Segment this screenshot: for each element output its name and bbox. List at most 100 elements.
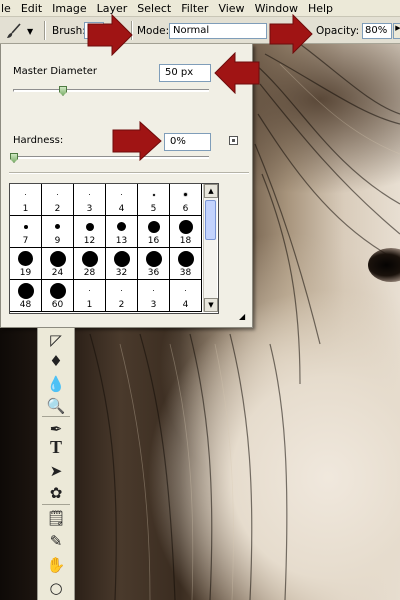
panel-menu-icon[interactable] bbox=[229, 136, 238, 145]
master-diameter-slider-thumb[interactable] bbox=[59, 86, 67, 96]
brush-tip-icon bbox=[85, 222, 94, 231]
brush-preset-tile[interactable]: 6 bbox=[170, 184, 202, 216]
notes-tool[interactable]: 🗒 bbox=[43, 508, 69, 528]
brush-preset-tile[interactable]: 2 bbox=[106, 280, 138, 312]
brush-tip-icon bbox=[153, 290, 154, 291]
brush-size-label: 32 bbox=[115, 268, 128, 278]
annotation-arrow-mode bbox=[87, 14, 133, 56]
dodge-tool[interactable]: 🔍 bbox=[43, 396, 69, 416]
brush-preset-tile[interactable]: 16 bbox=[138, 216, 170, 248]
paint-bucket-tool[interactable]: ♦ bbox=[43, 351, 69, 371]
brush-preset-tile[interactable]: 19 bbox=[10, 248, 42, 280]
brush-preset-tile[interactable]: 60 bbox=[42, 280, 74, 312]
hand-tool[interactable]: ✋ bbox=[43, 555, 69, 575]
eyedropper-tool[interactable]: ✎ bbox=[43, 531, 69, 551]
path-selection-tool[interactable]: ➤ bbox=[43, 461, 69, 481]
brush-size-label: 2 bbox=[118, 300, 125, 310]
brush-preset-tile[interactable]: 24 bbox=[42, 248, 74, 280]
menu-help[interactable]: Help bbox=[302, 2, 337, 15]
brush-size-label: 19 bbox=[19, 268, 32, 278]
brush-size-label: 5 bbox=[150, 204, 157, 214]
menu-view[interactable]: View bbox=[212, 2, 248, 15]
master-diameter-input[interactable]: 50 px bbox=[159, 64, 211, 82]
brush-size-label: 13 bbox=[115, 236, 128, 246]
eraser-tool[interactable]: ◸ bbox=[43, 330, 69, 350]
brush-tip-icon bbox=[121, 194, 122, 195]
custom-shape-tool[interactable]: ✿ bbox=[43, 483, 69, 503]
menu-window[interactable]: Window bbox=[249, 2, 302, 15]
brush-preset-tile[interactable]: 36 bbox=[138, 248, 170, 280]
brush-tip-icon bbox=[185, 290, 186, 291]
mode-select[interactable]: Normal bbox=[169, 23, 267, 39]
blur-tool[interactable]: 💧 bbox=[43, 374, 69, 394]
brush-preset-tile[interactable]: 2 bbox=[42, 184, 74, 216]
scroll-up-icon[interactable]: ▲ bbox=[204, 184, 218, 198]
hardness-input[interactable]: 0% bbox=[164, 133, 211, 151]
brush-size-label: 3 bbox=[86, 204, 93, 214]
brush-preset-tile[interactable]: 7 bbox=[10, 216, 42, 248]
master-diameter-label: Master Diameter bbox=[13, 66, 98, 77]
annotation-arrow-hardness bbox=[112, 121, 162, 161]
menu-filter[interactable]: Filter bbox=[175, 2, 212, 15]
brush-preset-tile[interactable]: 5 bbox=[138, 184, 170, 216]
brush-preset-tile[interactable]: 1 bbox=[74, 280, 106, 312]
brush-preset-tile[interactable]: 18 bbox=[170, 216, 202, 248]
brush-preset-tile[interactable]: 4 bbox=[170, 280, 202, 312]
brush-tip-icon bbox=[17, 282, 34, 299]
brush-size-label: 16 bbox=[147, 236, 160, 246]
brush-icon bbox=[7, 23, 21, 38]
brush-tip-icon bbox=[178, 219, 193, 234]
brush-size-label: 18 bbox=[179, 236, 192, 246]
opacity-input[interactable]: 80% bbox=[362, 23, 392, 39]
toolbox-divider bbox=[42, 416, 70, 417]
annotation-arrow-opacity bbox=[269, 14, 313, 54]
brush-size-label: 28 bbox=[83, 268, 96, 278]
brush-preset-tile[interactable]: 9 bbox=[42, 216, 74, 248]
scroll-down-icon[interactable]: ▼ bbox=[204, 298, 218, 312]
brush-preset-tile[interactable]: 38 bbox=[170, 248, 202, 280]
brush-tip-icon bbox=[121, 290, 122, 291]
brush-tip-icon bbox=[89, 194, 90, 195]
brush-tip-icon bbox=[184, 193, 187, 196]
zoom-tool[interactable]: ○ bbox=[43, 578, 69, 598]
divider bbox=[44, 21, 45, 40]
brush-size-label: 60 bbox=[51, 300, 64, 310]
menu-file[interactable]: le bbox=[0, 2, 15, 15]
hardness-label: Hardness: bbox=[13, 135, 64, 146]
tool-preset-picker[interactable]: ▼ bbox=[3, 21, 37, 41]
brush-tip-icon bbox=[18, 251, 33, 266]
toolbox-divider bbox=[42, 504, 70, 505]
master-diameter-slider[interactable] bbox=[13, 89, 209, 92]
menu-layer[interactable]: Layer bbox=[91, 2, 132, 15]
brush-tip-icon bbox=[113, 250, 130, 267]
opacity-slider-toggle[interactable]: ▶ bbox=[393, 23, 400, 39]
menu-select[interactable]: Select bbox=[131, 2, 175, 15]
presets-scrollbar[interactable]: ▲ ▼ bbox=[203, 184, 218, 312]
brush-preset-tile[interactable]: 48 bbox=[10, 280, 42, 312]
brush-preset-tile[interactable]: 13 bbox=[106, 216, 138, 248]
brush-tip-icon bbox=[25, 194, 26, 195]
brush-preset-tile[interactable]: 3 bbox=[74, 184, 106, 216]
brush-preset-tile[interactable]: 1 bbox=[10, 184, 42, 216]
options-bar: ▼ Brush: Mode: Normal Opacity: 80% ▶ bbox=[0, 17, 400, 44]
brush-preset-tile[interactable]: 3 bbox=[138, 280, 170, 312]
brush-tip-icon bbox=[147, 220, 160, 233]
brush-tip-icon bbox=[89, 290, 90, 291]
brush-preset-tile[interactable]: 32 bbox=[106, 248, 138, 280]
brush-size-label: 9 bbox=[54, 236, 61, 246]
brush-tip-icon bbox=[152, 193, 155, 196]
brush-preset-tile[interactable]: 28 bbox=[74, 248, 106, 280]
resize-grip-icon[interactable]: ◢ bbox=[239, 312, 249, 322]
brush-size-label: 7 bbox=[22, 236, 29, 246]
menu-edit[interactable]: Edit bbox=[15, 2, 46, 15]
type-tool[interactable]: T bbox=[43, 437, 69, 457]
brush-preset-tile[interactable]: 4 bbox=[106, 184, 138, 216]
brush-tip-icon bbox=[57, 194, 58, 195]
annotation-arrow-diameter bbox=[214, 52, 260, 94]
panel-divider bbox=[9, 172, 249, 173]
hardness-slider-thumb[interactable] bbox=[10, 153, 18, 163]
menu-image[interactable]: Image bbox=[46, 2, 90, 15]
scrollbar-thumb[interactable] bbox=[205, 200, 216, 240]
brush-preset-tile[interactable]: 12 bbox=[74, 216, 106, 248]
brush-size-label: 6 bbox=[182, 204, 189, 214]
